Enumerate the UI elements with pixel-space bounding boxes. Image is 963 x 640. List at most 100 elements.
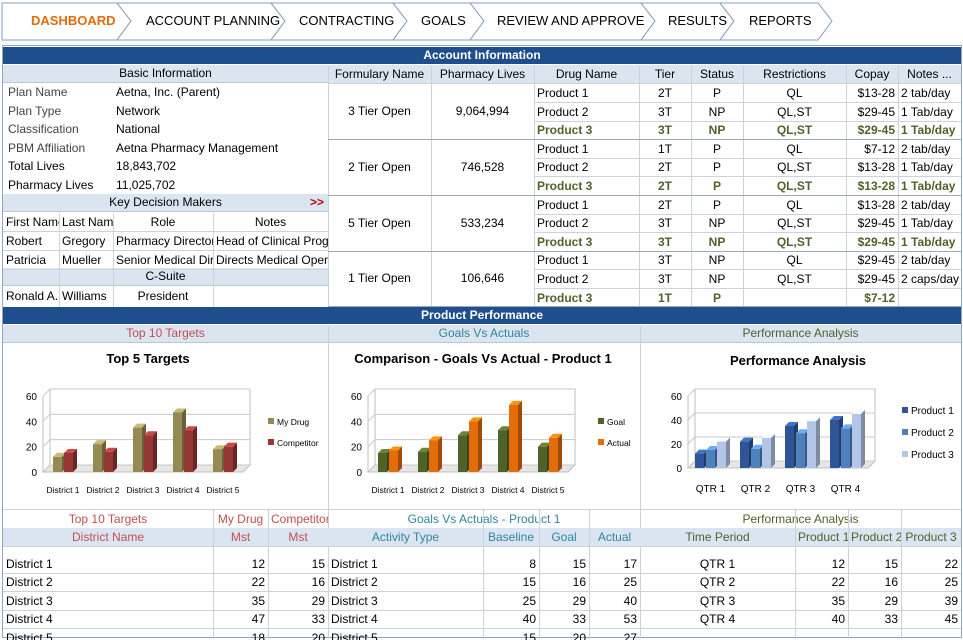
nav-tab-review-and-approve[interactable]: REVIEW AND APPROVE bbox=[497, 13, 644, 28]
drug-notes: 1 Tab/day bbox=[901, 104, 953, 119]
goals-actual: 25 bbox=[623, 575, 637, 590]
legend-swatch bbox=[598, 439, 604, 445]
nav-tab-account-planning[interactable]: ACCOUNT PLANNING bbox=[146, 13, 280, 28]
drug-copay: $29-45 bbox=[857, 253, 895, 268]
top10-district: District 5 bbox=[6, 630, 53, 640]
drug-tier: 2T bbox=[657, 160, 672, 175]
subtable-column-header: District Name bbox=[3, 528, 213, 546]
y-tick-label: 60 bbox=[351, 392, 363, 403]
nav-tab-reports[interactable]: REPORTS bbox=[749, 13, 812, 28]
goals-baseline: 15 bbox=[522, 630, 536, 640]
drug-copay: $29-45 bbox=[857, 123, 895, 138]
formulary-name: 1 Tier Open bbox=[348, 271, 411, 286]
nav-tab-dashboard[interactable]: DASHBOARD bbox=[31, 13, 116, 28]
drug-status: P bbox=[712, 160, 721, 175]
performance-analysis-subhead: Performance Analysis bbox=[640, 325, 961, 343]
nav-tab-results[interactable]: RESULTS bbox=[668, 13, 727, 28]
drug-copay: $29-45 bbox=[857, 272, 895, 286]
bar-side bbox=[771, 434, 775, 468]
subtable-column-header: Mst bbox=[268, 528, 328, 546]
bar bbox=[224, 446, 233, 472]
y-tick-label: 0 bbox=[356, 468, 362, 479]
drug-copay: $13-28 bbox=[857, 179, 895, 193]
nav-tab-contracting[interactable]: CONTRACTING bbox=[299, 13, 394, 28]
drug-notes: 2 tab/day bbox=[901, 253, 951, 268]
grid-line bbox=[213, 509, 214, 639]
y-tick-label: 20 bbox=[671, 440, 683, 451]
formulary-name: 2 Tier Open bbox=[348, 159, 411, 174]
drug-tier: 3T bbox=[657, 272, 672, 286]
drug-restrictions: QL,ST bbox=[776, 234, 813, 249]
formulary-lives: 533,234 bbox=[460, 215, 505, 230]
perf-product3: 25 bbox=[944, 575, 958, 590]
drug-notes: 2 tab/day bbox=[901, 141, 951, 156]
perf-product2: 15 bbox=[884, 557, 898, 571]
formulary-column-header: Status bbox=[691, 65, 743, 83]
bar bbox=[144, 435, 153, 472]
nav-tab-goals[interactable]: GOALS bbox=[421, 13, 466, 28]
chart2-title: Comparison - Goals Vs Actual - Product 1 bbox=[354, 351, 612, 366]
x-tick-label: QTR 2 bbox=[741, 484, 771, 495]
basic-info-label: Plan Name bbox=[8, 85, 68, 99]
subtable-column-header: Activity Type bbox=[328, 528, 483, 546]
basic-info-label: PBM Affiliation bbox=[8, 140, 86, 155]
drug-status: NP bbox=[708, 123, 726, 138]
y-tick-label: 40 bbox=[671, 416, 683, 427]
top10-mydrug: 22 bbox=[251, 575, 265, 590]
formulary-lives: 106,646 bbox=[460, 271, 505, 286]
perf-product1: 22 bbox=[831, 575, 845, 590]
basic-info-label: Classification bbox=[8, 122, 79, 136]
drug-status: P bbox=[712, 197, 721, 212]
drug-tier: 3T bbox=[657, 216, 672, 231]
expand-kdm-button[interactable]: >> bbox=[310, 194, 324, 211]
bar bbox=[418, 451, 427, 472]
bar-side bbox=[233, 442, 237, 472]
drug-tier: 3T bbox=[657, 104, 672, 119]
grid-line bbox=[3, 509, 961, 510]
y-tick-label: 40 bbox=[351, 417, 363, 428]
grid-line bbox=[431, 65, 432, 307]
bar bbox=[841, 428, 850, 468]
top10-district: District 4 bbox=[6, 612, 53, 627]
drug-name: Product 2 bbox=[537, 272, 589, 286]
drug-name: Product 2 bbox=[537, 104, 589, 119]
grid-line bbox=[328, 194, 961, 196]
grid-line bbox=[3, 609, 961, 611]
top10-mydrug: 18 bbox=[251, 630, 265, 640]
nav-arrows bbox=[1, 2, 833, 41]
x-tick-label: District 2 bbox=[411, 485, 444, 495]
bar-side bbox=[193, 426, 197, 472]
kdm-cell: Gregory bbox=[62, 234, 106, 248]
grid-line bbox=[3, 250, 328, 251]
bar bbox=[785, 426, 794, 468]
drug-tier: 3T bbox=[657, 123, 672, 138]
drug-name: Product 1 bbox=[537, 86, 589, 100]
grid-line bbox=[3, 628, 961, 630]
kdm-cell: Senior Medical Dire bbox=[116, 252, 213, 267]
grid-line bbox=[268, 509, 269, 639]
x-tick-label: District 1 bbox=[371, 485, 404, 495]
basic-info-label: Plan Type bbox=[8, 103, 62, 118]
drug-name: Product 3 bbox=[537, 234, 593, 249]
y-tick-label: 40 bbox=[26, 417, 38, 428]
goals-goal: 15 bbox=[572, 557, 586, 571]
legend-label: Product 1 bbox=[911, 406, 954, 417]
drug-notes: 1 Tab/day bbox=[901, 216, 953, 231]
bar bbox=[469, 421, 478, 472]
drug-restrictions: QL bbox=[786, 197, 803, 212]
grid-line bbox=[213, 213, 214, 307]
drug-name: Product 3 bbox=[537, 123, 593, 138]
bar-side bbox=[558, 433, 562, 472]
x-tick-label: District 4 bbox=[166, 485, 199, 495]
perf-period: QTR 2 bbox=[699, 575, 736, 590]
grid-line bbox=[328, 83, 961, 84]
top10-competitor: 29 bbox=[311, 593, 325, 608]
bar-side bbox=[816, 417, 820, 468]
subtable-column-header: Goal bbox=[539, 528, 589, 546]
goals-activity: District 1 bbox=[331, 557, 378, 571]
top-navigation: DASHBOARD ACCOUNT PLANNING CONTRACTING G… bbox=[0, 0, 963, 44]
x-tick-label: District 1 bbox=[46, 485, 79, 495]
goals-goal: 29 bbox=[572, 593, 586, 608]
bar bbox=[762, 438, 771, 468]
drug-status: NP bbox=[708, 234, 726, 249]
